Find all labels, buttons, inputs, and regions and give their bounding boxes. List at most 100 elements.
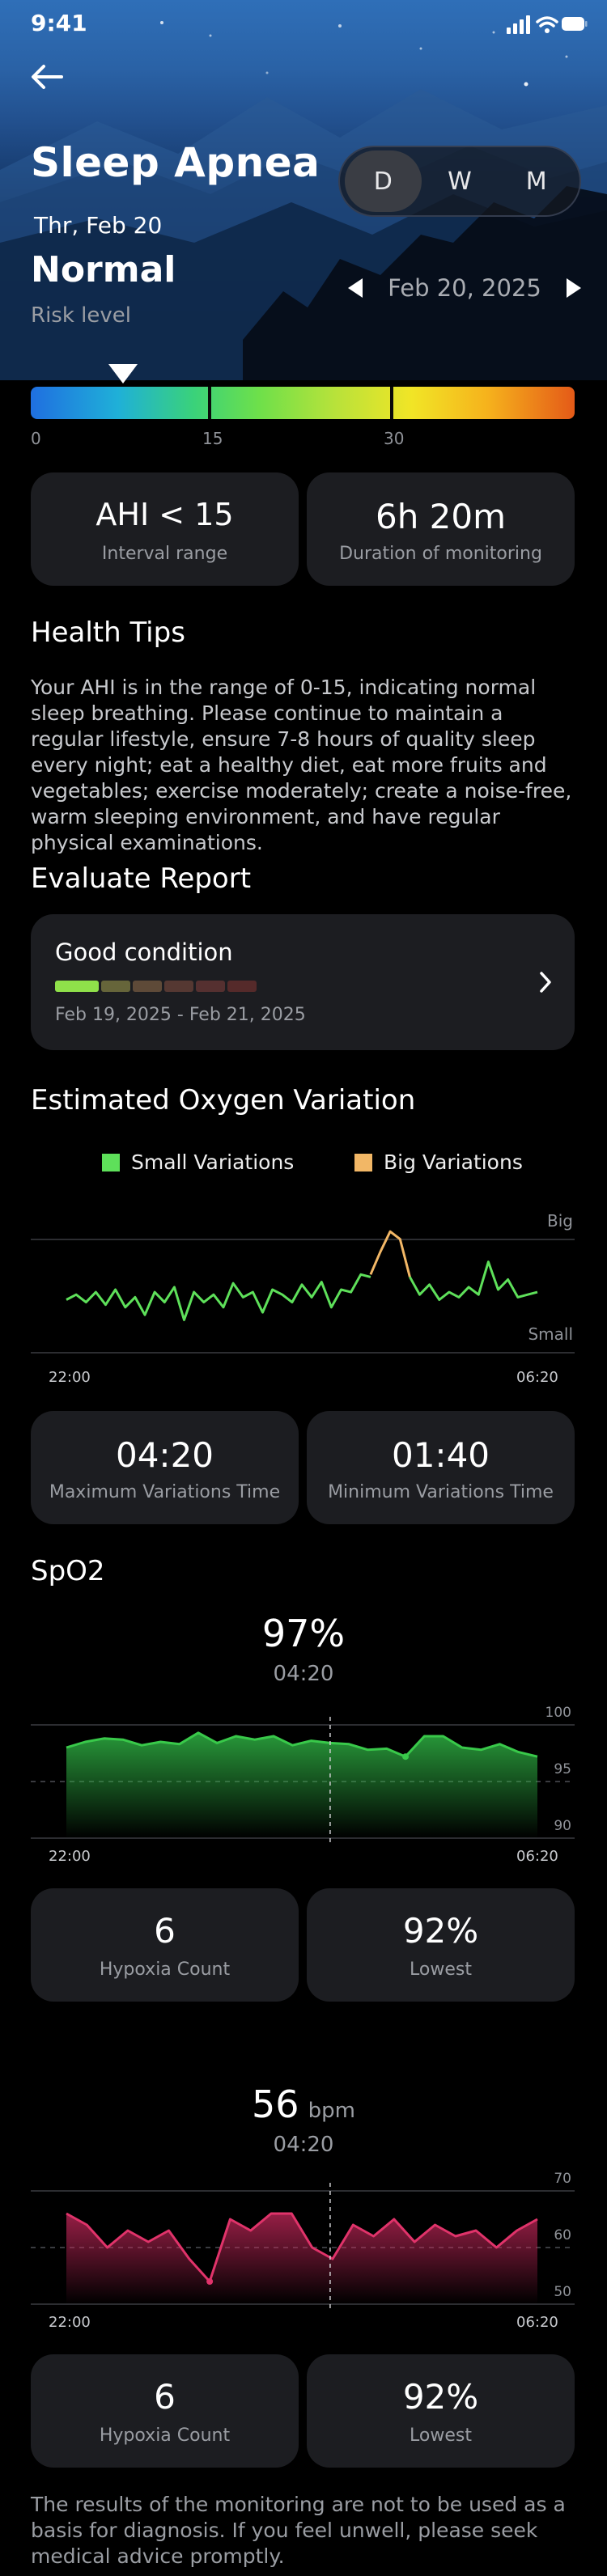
duration-value: 6h 20m <box>375 497 507 536</box>
min-variation-card: 01:40 Minimum Variations Time <box>307 1411 575 1524</box>
x-axis-end: 06:20 <box>516 1369 558 1386</box>
heart-rate-time: 04:20 <box>273 2133 334 2157</box>
min-variation-time: 01:40 <box>391 1435 490 1475</box>
report-card[interactable]: Good condition Feb 19, 2025 - Feb 21, 20… <box>31 914 575 1050</box>
y-tick: 100 <box>545 1705 571 1721</box>
level-segment <box>227 981 257 992</box>
next-date-icon[interactable] <box>565 278 583 299</box>
heart-rate-value: 56 <box>252 2082 299 2126</box>
signal-icon <box>507 15 530 34</box>
heart-rate-readout: 56 bpm <box>0 2082 607 2126</box>
y-tick: 50 <box>554 2284 571 2300</box>
condition-level-bar <box>55 981 257 992</box>
x-axis-end: 06:20 <box>516 1848 558 1865</box>
x-axis-start: 22:00 <box>49 1848 91 1865</box>
y-tick: 95 <box>554 1761 571 1777</box>
spo2-hypoxia-card: 6 Hypoxia Count <box>31 1888 299 2002</box>
hr-hypoxia-card: 6 Hypoxia Count <box>31 2354 299 2468</box>
y-tick: 90 <box>554 1818 571 1834</box>
legend-small: Small Variations <box>102 1150 294 1174</box>
level-segment <box>164 981 193 992</box>
oxygen-series-group <box>66 1230 538 1321</box>
tab-week[interactable]: W <box>422 150 499 212</box>
level-segment <box>55 981 99 992</box>
spo2-chart: 100 95 90 <box>31 1705 575 1846</box>
oxygen-variation-title: Estimated Oxygen Variation <box>31 1084 416 1116</box>
ahi-value: AHI < 15 <box>96 497 234 532</box>
legend-swatch <box>102 1153 120 1171</box>
y-tick: 70 <box>554 2171 571 2187</box>
risk-scale-bar <box>31 387 575 419</box>
series-line-0 <box>66 1273 371 1321</box>
label-big: Big <box>547 1211 573 1231</box>
prev-date-icon[interactable] <box>346 278 364 299</box>
max-variation-time: 04:20 <box>115 1435 214 1475</box>
lowest-label: Lowest <box>410 1960 472 1980</box>
risk-status: Normal <box>31 249 176 290</box>
duration-label: Duration of monitoring <box>339 544 542 564</box>
spo2-value: 97% <box>261 1612 346 1655</box>
level-segment <box>133 981 162 992</box>
legend-big-label: Big Variations <box>384 1150 523 1174</box>
legend-small-label: Small Variations <box>131 1150 295 1174</box>
battery-icon <box>562 17 588 31</box>
status-icons <box>507 13 588 39</box>
hr-lowest-card: 92% Lowest <box>307 2354 575 2468</box>
series-line-2 <box>409 1260 538 1301</box>
highlight-point <box>402 1753 410 1760</box>
report-title: Evaluate Report <box>31 862 252 895</box>
hypoxia-label: Hypoxia Count <box>99 1960 231 1980</box>
lowest-value: 92% <box>402 1911 479 1951</box>
series-area <box>66 2214 537 2304</box>
date-navigator: Feb 20, 2025 <box>346 272 583 304</box>
level-segment <box>101 981 130 992</box>
nav-date-label: Feb 20, 2025 <box>388 274 541 302</box>
scale-tick: 15 <box>202 429 223 448</box>
report-condition: Good condition <box>55 938 233 966</box>
level-segment <box>196 981 225 992</box>
spo2-title: SpO2 <box>31 1555 105 1587</box>
health-tips-title: Health Tips <box>31 616 185 649</box>
page-title: Sleep Apnea <box>31 139 320 186</box>
lowest-label: Lowest <box>410 2426 472 2446</box>
spo2-lowest-card: 92% Lowest <box>307 1888 575 2002</box>
health-tips-text: Your AHI is in the range of 0-15, indica… <box>31 676 572 854</box>
risk-caption: Risk level <box>31 303 131 328</box>
hypoxia-count: 6 <box>154 1911 176 1951</box>
heart-rate-chart: 70 60 50 <box>31 2171 575 2312</box>
min-variation-label: Minimum Variations Time <box>328 1482 554 1502</box>
y-tick: 60 <box>554 2227 571 2243</box>
max-variation-card: 04:20 Maximum Variations Time <box>31 1411 299 1524</box>
ahi-marker-icon <box>108 364 138 383</box>
ahi-card: AHI < 15 Interval range <box>31 472 299 586</box>
x-axis-start: 22:00 <box>49 2314 91 2331</box>
oxygen-variation-chart: Big Small <box>31 1211 575 1354</box>
disclaimer-text: The results of the monitoring are not to… <box>31 2493 566 2568</box>
series-line-1 <box>369 1230 411 1277</box>
arrow-left-icon <box>32 65 63 89</box>
wifi-icon <box>536 16 558 28</box>
scale-tick: 0 <box>31 429 41 448</box>
tab-month[interactable]: M <box>498 150 575 212</box>
report-range: Feb 19, 2025 - Feb 21, 2025 <box>55 1005 306 1025</box>
status-time: 9:41 <box>31 10 87 36</box>
spo2-time: 04:20 <box>273 1662 334 1686</box>
spo2-series-group <box>66 1717 538 1846</box>
back-button[interactable] <box>29 63 65 94</box>
lowest-value: 92% <box>402 2377 479 2417</box>
selected-date: Thr, Feb 20 <box>34 212 163 239</box>
hypoxia-count: 6 <box>154 2377 176 2417</box>
legend-swatch <box>354 1153 372 1171</box>
heart-rate-unit: bpm <box>308 2099 355 2123</box>
period-toggle: D W M <box>338 146 581 217</box>
hypoxia-label: Hypoxia Count <box>99 2426 231 2446</box>
x-axis-start: 22:00 <box>49 1369 91 1386</box>
max-variation-label: Maximum Variations Time <box>49 1482 281 1502</box>
duration-card: 6h 20m Duration of monitoring <box>307 472 575 586</box>
x-axis-end: 06:20 <box>516 2314 558 2331</box>
legend-big: Big Variations <box>354 1150 523 1174</box>
tab-day[interactable]: D <box>345 150 422 212</box>
label-small: Small <box>528 1324 573 1344</box>
highlight-point <box>206 2278 214 2285</box>
ahi-label: Interval range <box>101 544 228 564</box>
